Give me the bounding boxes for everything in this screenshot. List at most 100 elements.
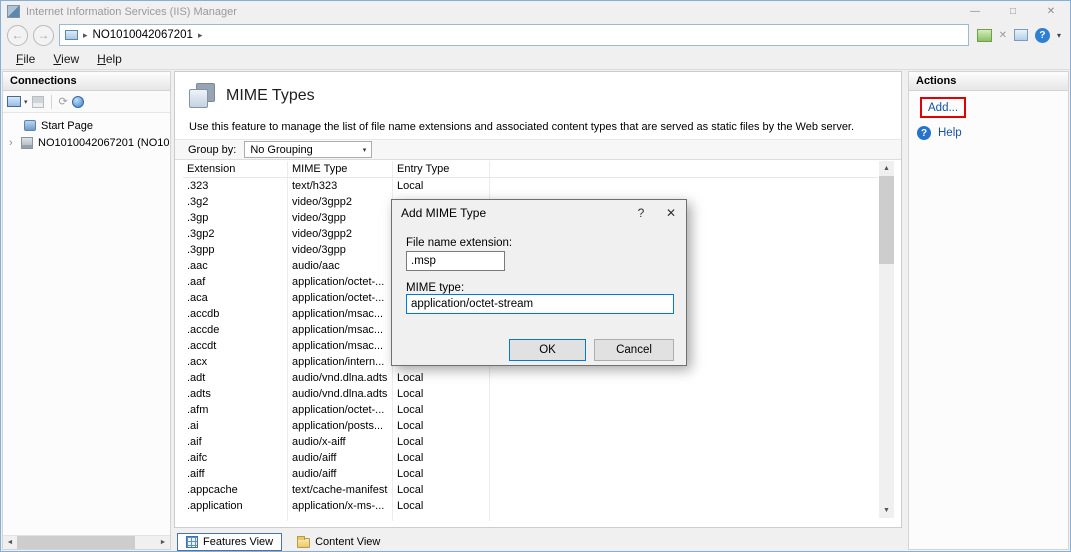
cell-entry-type: Local (397, 500, 423, 512)
column-header-extension[interactable]: Extension (187, 163, 235, 175)
dialog-help-button[interactable]: ? (626, 200, 656, 226)
dialog-controls: ? ✕ (626, 200, 686, 226)
table-row[interactable]: .application application/x-ms-... Local (183, 498, 878, 514)
scroll-down-arrow[interactable]: ▼ (879, 503, 894, 518)
table-row[interactable]: .aiff audio/aiff Local (183, 466, 878, 482)
table-row[interactable]: .afm application/octet-... Local (183, 402, 878, 418)
column-header-entry-type[interactable]: Entry Type (397, 163, 449, 175)
horizontal-scrollbar[interactable]: ◄ ► (3, 535, 170, 549)
tree-item-start-page[interactable]: Start Page (3, 117, 170, 134)
scrollbar-thumb[interactable] (879, 176, 894, 264)
cell-extension: .3gp (187, 212, 208, 224)
table-row[interactable]: .appcache text/cache-manifest Local (183, 482, 878, 498)
scroll-right-arrow[interactable]: ► (156, 536, 170, 549)
toolbar-separator (51, 95, 52, 109)
cell-extension: .aca (187, 292, 208, 304)
add-action-link[interactable]: Add... (928, 102, 958, 114)
cell-mime-type: video/3gpp2 (292, 196, 352, 208)
group-by-value: No Grouping (250, 144, 312, 156)
cell-extension: .application (187, 500, 243, 512)
window-controls: — □ ✕ (956, 1, 1070, 22)
table-row[interactable]: .adts audio/vnd.dlna.adts Local (183, 386, 878, 402)
vertical-scrollbar[interactable]: ▲ ▼ (879, 161, 894, 518)
help-action-link[interactable]: Help (938, 127, 962, 139)
manage-server-icon[interactable] (977, 29, 992, 42)
mime-type-label: MIME type: (406, 282, 464, 294)
save-connections-icon[interactable] (32, 96, 44, 108)
breadcrumb-server-name[interactable]: NO1010042067201 (93, 29, 193, 41)
feature-description: Use this feature to manage the list of f… (189, 121, 881, 133)
cell-mime-type: text/cache-manifest (292, 484, 387, 496)
table-row[interactable]: .aif audio/x-aiff Local (183, 434, 878, 450)
actions-header: Actions (909, 72, 1068, 91)
connections-toolbar: ▾ ⟳ (3, 91, 170, 113)
chevron-down-icon[interactable]: ▾ (1057, 31, 1061, 40)
cell-mime-type: application/msac... (292, 324, 383, 336)
cell-extension: .aiff (187, 468, 205, 480)
back-button[interactable]: ← (7, 25, 28, 46)
column-header-mime-type[interactable]: MIME Type (292, 163, 347, 175)
help-action-row[interactable]: ? Help (917, 126, 1068, 140)
scrollbar-thumb[interactable] (17, 536, 135, 549)
cell-extension: .ai (187, 420, 199, 432)
annotation-box: Add... (920, 97, 966, 118)
cell-extension: .aaf (187, 276, 205, 288)
tree-item-server[interactable]: › NO1010042067201 (NO101004 (3, 134, 170, 151)
iis-manager-window: Internet Information Services (IIS) Mana… (0, 0, 1071, 552)
scroll-up-arrow[interactable]: ▲ (879, 161, 894, 176)
cell-mime-type: video/3gpp (292, 244, 346, 256)
table-row[interactable]: .ai application/posts... Local (183, 418, 878, 434)
tab-content-view[interactable]: Content View (289, 534, 388, 550)
dialog-title: Add MIME Type (401, 206, 486, 220)
file-name-extension-input[interactable] (406, 251, 505, 271)
cell-entry-type: Local (397, 372, 423, 384)
scroll-left-arrow[interactable]: ◄ (3, 536, 17, 549)
home-icon[interactable] (1014, 29, 1028, 41)
cell-extension: .aif (187, 436, 202, 448)
window-title: Internet Information Services (IIS) Mana… (26, 6, 237, 18)
cell-entry-type: Local (397, 420, 423, 432)
menu-help[interactable]: Help (88, 50, 131, 68)
minimize-button[interactable]: — (956, 1, 994, 22)
cell-extension: .accdt (187, 340, 216, 352)
menu-view[interactable]: View (44, 50, 88, 68)
cell-extension: .3gp2 (187, 228, 215, 240)
close-button[interactable]: ✕ (1032, 1, 1070, 22)
breadcrumb-arrow-icon[interactable]: ▸ (198, 30, 203, 41)
server-icon (65, 30, 78, 40)
cell-entry-type: Local (397, 436, 423, 448)
cancel-button[interactable]: Cancel (594, 339, 674, 361)
dialog-close-button[interactable]: ✕ (656, 200, 686, 226)
expand-chevron-icon[interactable]: › (9, 137, 19, 149)
title-bar: Internet Information Services (IIS) Mana… (1, 1, 1070, 22)
breadcrumb[interactable]: ▸ NO1010042067201 ▸ (59, 24, 969, 46)
menu-file[interactable]: File (7, 50, 44, 68)
maximize-button[interactable]: □ (994, 1, 1032, 22)
connections-tree: Start Page › NO1010042067201 (NO101004 (3, 113, 170, 151)
cell-mime-type: audio/vnd.dlna.adts (292, 388, 387, 400)
table-row[interactable]: .aifc audio/aiff Local (183, 450, 878, 466)
help-icon[interactable]: ? (1035, 28, 1050, 43)
forward-button[interactable]: → (33, 25, 54, 46)
ok-button[interactable]: OK (509, 339, 586, 361)
app-icon (7, 5, 20, 18)
cell-entry-type: Local (397, 468, 423, 480)
stop-icon[interactable]: ✕ (999, 29, 1007, 42)
cell-extension: .3gpp (187, 244, 215, 256)
breadcrumb-arrow-icon[interactable]: ▸ (83, 30, 88, 41)
scrollbar-track[interactable] (135, 536, 156, 549)
cell-extension: .adt (187, 372, 205, 384)
browse-icon[interactable] (72, 96, 84, 108)
mime-type-input[interactable] (406, 294, 674, 314)
cell-extension: .aac (187, 260, 208, 272)
refresh-icon[interactable]: ⟳ (59, 96, 68, 108)
tab-features-view[interactable]: Features View (177, 533, 282, 551)
tab-label: Features View (203, 536, 273, 548)
group-by-dropdown[interactable]: No Grouping ▾ (244, 141, 372, 158)
cell-entry-type: Local (397, 452, 423, 464)
tree-item-label: NO1010042067201 (NO101004 (38, 137, 170, 149)
chevron-down-icon[interactable]: ▾ (24, 98, 28, 106)
create-connection-icon[interactable] (7, 96, 21, 107)
table-row[interactable]: .adt audio/vnd.dlna.adts Local (183, 370, 878, 386)
table-row[interactable]: .323 text/h323 Local (183, 178, 878, 194)
